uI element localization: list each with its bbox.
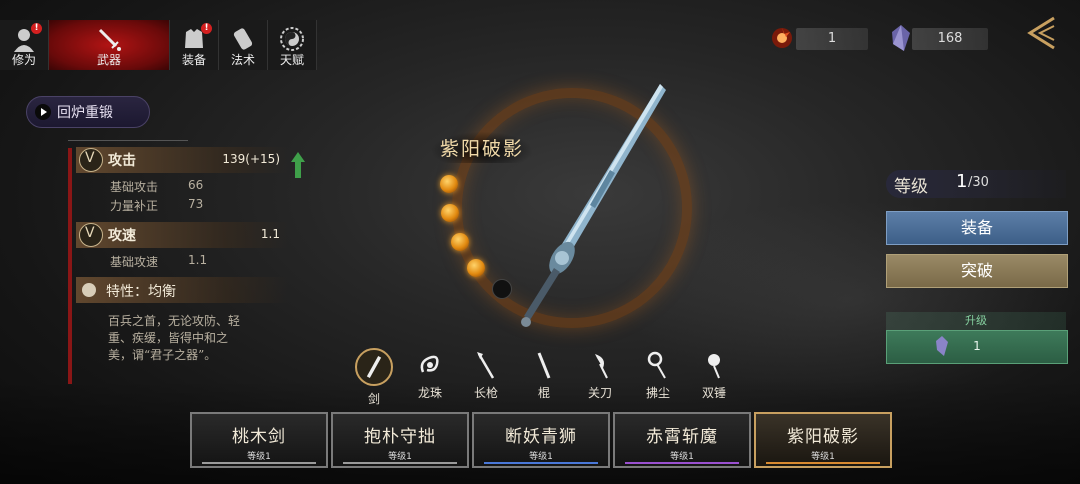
trait-header: 特性：均衡 [76, 277, 288, 303]
tab-equipment[interactable]: ! 装备 [170, 20, 219, 70]
weapon-card[interactable]: 桃木剑 等级1 [190, 412, 328, 468]
upgrade-button[interactable]: 1 [886, 330, 1068, 364]
weapon-type-guandao[interactable]: 关刀 [580, 350, 620, 400]
reforge-button[interactable]: 回炉重锻 [26, 96, 150, 128]
sword-image [521, 84, 666, 327]
weapon-card[interactable]: 赤霄斩魔 等级1 [613, 412, 751, 468]
weapon-type-spear[interactable]: 长枪 [466, 350, 506, 400]
weapon-card[interactable]: 抱朴守拙 等级1 [331, 412, 469, 468]
tab-label: 武器 [96, 53, 121, 67]
stat-name: 攻击 [108, 153, 136, 169]
rarity-bar [202, 462, 316, 464]
tab-label: 装备 [181, 53, 206, 67]
card-name: 断妖青狮 [505, 427, 577, 447]
star-orb-filled [467, 259, 485, 277]
top-tab-bar: ! 修为 武器 ! 装备 法术 天赋 [0, 20, 317, 70]
spear-icon [477, 352, 495, 379]
weapon-type-whisk[interactable]: 拂尘 [638, 350, 678, 400]
tab-spells[interactable]: 法术 [219, 20, 268, 70]
star-orb-filled [440, 175, 458, 193]
weapon-type-label: 剑 [367, 392, 380, 406]
weapon-type-label: 拂尘 [645, 386, 670, 400]
reforge-label: 回炉重锻 [57, 105, 113, 121]
crystal-icon [892, 25, 910, 51]
level-display: 等级 1 /30 [886, 170, 1066, 198]
weapon-type-sword[interactable]: 剑 [354, 348, 394, 406]
weapon-type-dragon-orb[interactable]: 龙珠 [410, 350, 450, 400]
trait-label: 特性：均衡 [106, 284, 176, 300]
notification-badge: ! [31, 23, 42, 34]
stat-sub-row: 基础攻速 1.1 [110, 253, 208, 269]
tab-label: 法术 [230, 53, 255, 67]
tab-talent[interactable]: 天赋 [268, 20, 317, 70]
rarity-bar [766, 462, 880, 464]
tab-label: 天赋 [279, 53, 304, 67]
chevron-down-icon [79, 148, 103, 172]
orb-currency: 1 [796, 28, 868, 50]
star-orb-filled [451, 233, 469, 251]
upgrade-cost: 1 [973, 339, 981, 353]
card-name: 赤霄斩魔 [646, 427, 718, 447]
weapon-card-selected[interactable]: 紫阳破影 等级1 [754, 412, 892, 468]
fire-orb-icon [772, 28, 792, 48]
weapon-type-label: 关刀 [587, 386, 612, 400]
level-label: 等级 [894, 177, 928, 197]
weapon-type-hammers[interactable]: 双锤 [694, 350, 734, 400]
back-arrow-icon[interactable] [1024, 14, 1062, 52]
stat-sub-row: 力量补正 73 [110, 197, 204, 213]
star-orb-filled [441, 204, 459, 222]
guandao-icon [595, 354, 608, 379]
notification-badge: ! [201, 23, 212, 34]
whisk-icon [647, 351, 666, 379]
weapon-type-staff[interactable]: 棍 [524, 350, 564, 400]
weapon-type-label: 双锤 [701, 386, 726, 400]
equip-button[interactable]: 装备 [886, 211, 1068, 245]
rarity-bar [625, 462, 739, 464]
weapon-type-label: 长枪 [473, 386, 498, 400]
card-level: 等级1 [811, 452, 835, 462]
card-name: 桃木剑 [232, 427, 286, 447]
level-current: 1 [956, 171, 968, 192]
card-level: 等级1 [670, 452, 694, 462]
sword-icon [355, 348, 393, 386]
dragon-icon [420, 355, 439, 373]
card-name: 抱朴守拙 [364, 427, 436, 447]
stat-value: 1.1 [260, 227, 280, 241]
card-level: 等级1 [247, 452, 271, 462]
staff-icon [537, 352, 551, 379]
trait-dot-icon [82, 283, 96, 297]
card-name: 紫阳破影 [787, 427, 859, 447]
rarity-bar [484, 462, 598, 464]
stat-value: 139(+15) [222, 152, 280, 166]
level-max: /30 [968, 175, 989, 190]
rarity-bar [343, 462, 457, 464]
weapon-card[interactable]: 断妖青狮 等级1 [472, 412, 610, 468]
upgrade-title: 升级 [886, 312, 1066, 330]
hammer-icon [708, 354, 720, 379]
scroll-icon [233, 28, 253, 50]
stat-name: 攻速 [108, 228, 136, 244]
speed-stat-header[interactable]: 攻速 1.1 [76, 222, 288, 248]
stats-accent-bar [68, 148, 72, 384]
sword-icon [98, 28, 121, 51]
card-level: 等级1 [529, 452, 553, 462]
weapon-type-label: 龙珠 [417, 386, 442, 400]
play-icon [35, 104, 51, 120]
crystal-currency: 168 [912, 28, 988, 50]
tab-cultivation[interactable]: ! 修为 [0, 20, 49, 70]
tab-weapon[interactable]: 武器 [49, 20, 170, 70]
card-level: 等级1 [388, 452, 412, 462]
arrow-up-icon [291, 152, 305, 178]
yinyang-icon [280, 27, 304, 51]
chevron-down-icon [79, 223, 103, 247]
breakthrough-button[interactable]: 突破 [886, 254, 1068, 288]
tab-label: 修为 [11, 53, 36, 67]
attack-stat-header[interactable]: 攻击 139(+15) [76, 147, 288, 173]
stat-sub-row: 基础攻击 66 [110, 178, 204, 194]
divider [68, 140, 188, 141]
weapon-type-label: 棍 [537, 386, 550, 400]
weapon-description: 百兵之首，无论攻防、轻重、疾缓，皆得中和之美，谓“君子之器”。 [108, 314, 241, 362]
